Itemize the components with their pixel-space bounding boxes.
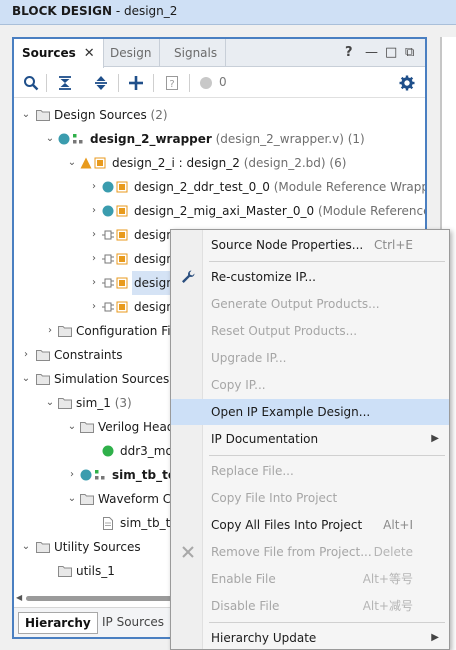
teal-dot-icon	[102, 181, 114, 193]
maximize-icon[interactable]: ⧉	[405, 45, 414, 60]
menu-item-reset-output-products[interactable]: Reset Output Products...	[171, 318, 449, 344]
menu-item-source-node-properties[interactable]: Source Node Properties... Ctrl+E	[171, 232, 449, 258]
chevron-down-icon[interactable]: ⌄	[20, 367, 32, 391]
ip-block-icon	[116, 229, 128, 241]
ip-block-icon	[94, 157, 106, 169]
status-dot-icon	[197, 74, 215, 92]
ip-block-icon	[116, 301, 128, 313]
toolbar-divider	[118, 74, 119, 92]
add-icon[interactable]	[127, 74, 145, 92]
folder-icon	[58, 398, 72, 409]
expand-all-icon[interactable]	[92, 74, 110, 92]
menu-item-enable-file[interactable]: Enable File Alt+等号	[171, 566, 449, 592]
folder-icon	[58, 326, 72, 337]
panel-tabbar: Sources ✕ Design Signals ? — □ ⧉	[14, 39, 425, 68]
close-icon	[182, 546, 194, 558]
menu-item-copy-ip[interactable]: Copy IP...	[171, 372, 449, 398]
menu-item-hierarchy-update[interactable]: Hierarchy Update ▶	[171, 625, 449, 650]
folder-icon	[58, 566, 72, 577]
window-title: BLOCK DESIGN - design_2	[12, 4, 178, 18]
ip-connector-icon	[102, 254, 114, 264]
teal-dot-icon	[80, 469, 92, 481]
tab-signals[interactable]: Signals	[166, 39, 227, 67]
window-titlebar: BLOCK DESIGN - design_2	[0, 0, 456, 25]
chevron-down-icon[interactable]: ⌄	[44, 127, 56, 151]
menu-item-replace-file[interactable]: Replace File...	[171, 458, 449, 484]
tab-sources[interactable]: Sources ✕	[14, 39, 104, 68]
minimize-icon[interactable]: —	[365, 45, 378, 60]
collapse-all-icon[interactable]	[56, 74, 74, 92]
toolbar-divider	[153, 74, 154, 92]
ip-connector-icon	[102, 230, 114, 240]
folder-icon	[36, 542, 50, 553]
ip-connector-icon	[102, 278, 114, 288]
tab-ip-sources[interactable]: IP Sources	[96, 612, 170, 634]
chevron-right-icon[interactable]: ›	[44, 319, 56, 343]
block-design-icon	[80, 157, 92, 169]
folder-icon	[36, 374, 50, 385]
chevron-down-icon[interactable]: ⌄	[66, 487, 78, 511]
chevron-right-icon[interactable]: ›	[88, 175, 100, 199]
chevron-right-icon[interactable]: ›	[88, 223, 100, 247]
ip-block-icon	[116, 205, 128, 217]
toolbar-divider	[46, 74, 47, 92]
menu-separator	[209, 455, 445, 456]
green-dot-icon	[102, 445, 114, 457]
context-menu: Source Node Properties... Ctrl+E Re-cust…	[170, 229, 450, 650]
chevron-down-icon[interactable]: ⌄	[66, 151, 78, 175]
chevron-right-icon[interactable]: ›	[66, 463, 78, 487]
tab-hierarchy[interactable]: Hierarchy	[18, 612, 98, 634]
teal-dot-icon	[102, 205, 114, 217]
submenu-arrow-icon: ▶	[431, 632, 439, 643]
submenu-arrow-icon: ▶	[431, 433, 439, 444]
menu-item-ip-documentation[interactable]: IP Documentation ▶	[171, 426, 449, 452]
ip-block-icon	[116, 253, 128, 265]
chevron-down-icon[interactable]: ⌄	[66, 415, 78, 439]
wrench-icon	[182, 270, 195, 283]
toolbar-divider	[189, 74, 190, 92]
chevron-right-icon[interactable]: ›	[88, 199, 100, 223]
folder-icon	[80, 494, 94, 505]
scroll-left-icon[interactable]: ◀	[16, 593, 22, 602]
close-icon[interactable]: ✕	[84, 46, 95, 61]
menu-item-upgrade-ip[interactable]: Upgrade IP...	[171, 345, 449, 371]
ip-block-icon	[116, 181, 128, 193]
file-icon	[103, 517, 113, 530]
menu-item-copy-all-files-into-project[interactable]: Copy All Files Into Project Alt+I	[171, 512, 449, 538]
svg-text:?: ?	[169, 79, 174, 90]
gear-icon[interactable]	[398, 74, 416, 92]
menu-item-remove-file-from-project[interactable]: Remove File from Project... Delete	[171, 539, 449, 565]
ip-block-icon	[116, 277, 128, 289]
restore-icon[interactable]: □	[385, 45, 397, 60]
menu-item-disable-file[interactable]: Disable File Alt+减号	[171, 593, 449, 619]
folder-icon	[36, 110, 50, 121]
search-icon[interactable]	[22, 74, 40, 92]
menu-item-generate-output-products[interactable]: Generate Output Products...	[171, 291, 449, 317]
teal-dot-icon	[58, 133, 70, 145]
chevron-down-icon[interactable]: ⌄	[20, 535, 32, 559]
menu-item-open-ip-example-design[interactable]: Open IP Example Design...	[171, 399, 449, 425]
folder-icon	[36, 350, 50, 361]
folder-icon	[80, 422, 94, 433]
menu-item-copy-file-into-project[interactable]: Copy File Into Project	[171, 485, 449, 511]
menu-separator	[209, 622, 445, 623]
chevron-right-icon[interactable]: ›	[88, 295, 100, 319]
tab-design[interactable]: Design	[102, 39, 161, 67]
hierarchy-icon	[95, 470, 105, 480]
chevron-right-icon[interactable]: ›	[20, 343, 32, 367]
chevron-down-icon[interactable]: ⌄	[44, 391, 56, 415]
status-count: 0	[219, 75, 227, 89]
menu-separator	[209, 261, 445, 262]
chevron-right-icon[interactable]: ›	[88, 271, 100, 295]
menu-item-recustomize-ip[interactable]: Re-customize IP...	[171, 264, 449, 290]
help-icon[interactable]: ?	[345, 45, 353, 60]
chevron-right-icon[interactable]: ›	[88, 247, 100, 271]
chevron-down-icon[interactable]: ⌄	[20, 103, 32, 127]
hierarchy-icon	[73, 134, 83, 144]
help-document-icon[interactable]: ?	[163, 74, 181, 92]
sources-toolbar: ? 0	[14, 68, 425, 98]
ip-connector-icon	[102, 302, 114, 312]
